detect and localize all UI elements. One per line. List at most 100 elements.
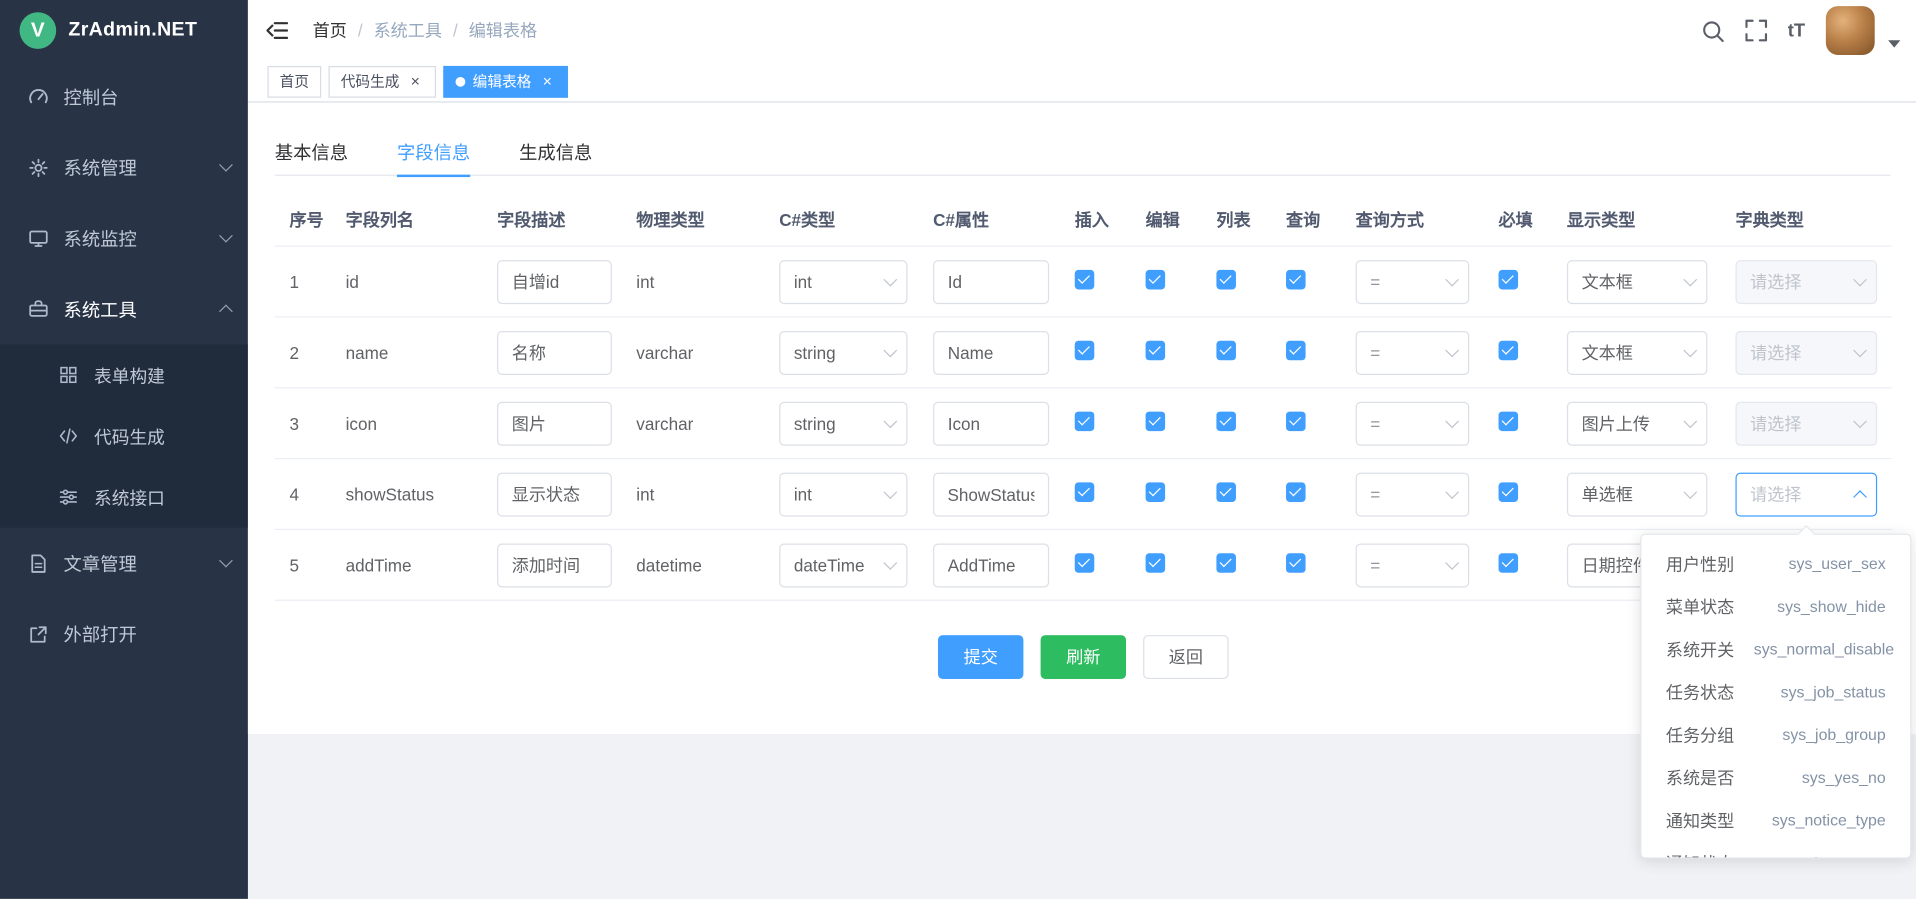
- dropdown-item[interactable]: 系统开关 sys_normal_disable: [1641, 628, 1910, 671]
- breadcrumb-separator: /: [453, 21, 458, 41]
- query-checkbox[interactable]: [1286, 341, 1306, 361]
- required-checkbox[interactable]: [1499, 482, 1519, 502]
- field-desc-input[interactable]: [497, 472, 612, 516]
- dropdown-item[interactable]: 任务分组 sys_job_group: [1641, 713, 1910, 756]
- query-checkbox[interactable]: [1286, 553, 1306, 573]
- sidebar-item-dashboard[interactable]: 控制台: [0, 61, 248, 132]
- column-header: 显示类型: [1552, 207, 1721, 231]
- list-checkbox[interactable]: [1216, 553, 1236, 573]
- csharp-type-select[interactable]: int: [779, 260, 907, 304]
- sidebar-item-system-management[interactable]: 系统管理: [0, 132, 248, 203]
- query-mode-select[interactable]: =: [1356, 330, 1470, 374]
- close-icon[interactable]: [407, 73, 424, 90]
- query-mode-select[interactable]: =: [1356, 260, 1470, 304]
- edit-checkbox[interactable]: [1146, 482, 1166, 502]
- edit-checkbox[interactable]: [1146, 553, 1166, 573]
- tab-generate-info[interactable]: 生成信息: [519, 127, 592, 176]
- chevron-down-icon: [219, 229, 233, 243]
- insert-checkbox[interactable]: [1075, 553, 1095, 573]
- field-desc-input[interactable]: [497, 330, 612, 374]
- tag-home[interactable]: 首页: [267, 65, 321, 97]
- csharp-type-select[interactable]: string: [779, 330, 907, 374]
- breadcrumb-item[interactable]: 系统工具: [374, 18, 442, 42]
- csharp-prop-input[interactable]: [933, 260, 1049, 304]
- csharp-type-select[interactable]: dateTime: [779, 543, 907, 587]
- submit-button[interactable]: 提交: [938, 635, 1023, 679]
- display-type-select[interactable]: 文本框: [1567, 260, 1707, 304]
- edit-checkbox[interactable]: [1146, 412, 1166, 432]
- dropdown-item[interactable]: 通知状态 sys_notice_status: [1641, 841, 1910, 858]
- field-desc-input[interactable]: [497, 401, 612, 445]
- csharp-type-select[interactable]: string: [779, 401, 907, 445]
- sidebar-item-form-builder[interactable]: 表单构建: [0, 344, 248, 405]
- list-checkbox[interactable]: [1216, 270, 1236, 290]
- list-checkbox[interactable]: [1216, 412, 1236, 432]
- edit-checkbox[interactable]: [1146, 341, 1166, 361]
- query-checkbox[interactable]: [1286, 482, 1306, 502]
- dropdown-item[interactable]: 用户性别 sys_user_sex: [1641, 542, 1910, 585]
- back-button[interactable]: 返回: [1143, 635, 1228, 679]
- csharp-prop-input[interactable]: [933, 401, 1049, 445]
- edit-checkbox[interactable]: [1146, 270, 1166, 290]
- font-size-icon[interactable]: tT: [1788, 20, 1805, 41]
- sidebar-item-article-management[interactable]: 文章管理: [0, 528, 248, 599]
- tab-basic-info[interactable]: 基本信息: [275, 127, 348, 176]
- sidebar-item-code-generation[interactable]: 代码生成: [0, 405, 248, 466]
- query-checkbox[interactable]: [1286, 412, 1306, 432]
- refresh-button[interactable]: 刷新: [1041, 635, 1126, 679]
- display-type-select[interactable]: 单选框: [1567, 472, 1707, 516]
- query-mode-select[interactable]: =: [1356, 543, 1470, 587]
- sidebar-item-system-tools[interactable]: 系统工具: [0, 274, 248, 345]
- dropdown-item[interactable]: 系统是否 sys_yes_no: [1641, 756, 1910, 799]
- tag-edit-table[interactable]: 编辑表格: [443, 65, 568, 97]
- search-icon[interactable]: [1701, 19, 1724, 42]
- insert-checkbox[interactable]: [1075, 482, 1095, 502]
- row-index: 1: [275, 272, 331, 292]
- required-checkbox[interactable]: [1499, 553, 1519, 573]
- sidebar: V ZrAdmin.NET 控制台 系统管理 系统监控: [0, 0, 248, 899]
- required-checkbox[interactable]: [1499, 412, 1519, 432]
- tag-code-generation[interactable]: 代码生成: [329, 65, 436, 97]
- dropdown-item[interactable]: 任务状态 sys_job_status: [1641, 670, 1910, 713]
- dict-type-select[interactable]: 请选择: [1735, 330, 1877, 374]
- query-mode-select[interactable]: =: [1356, 401, 1470, 445]
- caret-down-icon[interactable]: [1888, 40, 1900, 47]
- field-desc-input[interactable]: [497, 260, 612, 304]
- row-index: 5: [275, 555, 331, 575]
- dict-type-select[interactable]: 请选择: [1735, 401, 1877, 445]
- csharp-prop-input[interactable]: [933, 472, 1049, 516]
- csharp-type-select[interactable]: int: [779, 472, 907, 516]
- table-row: 1 id int int = 文本框 请选择: [275, 247, 1892, 318]
- csharp-prop-input[interactable]: [933, 330, 1049, 374]
- breadcrumb-item: 编辑表格: [469, 18, 537, 42]
- display-type-select[interactable]: 文本框: [1567, 330, 1707, 374]
- column-header: 物理类型: [622, 207, 765, 231]
- insert-checkbox[interactable]: [1075, 341, 1095, 361]
- sidebar-item-external-open[interactable]: 外部打开: [0, 598, 248, 669]
- sidebar-item-system-api[interactable]: 系统接口: [0, 467, 248, 528]
- list-checkbox[interactable]: [1216, 482, 1236, 502]
- user-avatar[interactable]: [1826, 6, 1875, 55]
- field-desc-input[interactable]: [497, 543, 612, 587]
- query-mode-select[interactable]: =: [1356, 472, 1470, 516]
- close-icon[interactable]: [539, 73, 556, 90]
- required-checkbox[interactable]: [1499, 341, 1519, 361]
- column-header: 查询: [1271, 207, 1341, 231]
- sidebar-fold-icon[interactable]: [266, 21, 288, 41]
- table-row: 2 name varchar string = 文本框 请选择: [275, 318, 1892, 389]
- dropdown-item[interactable]: 通知类型 sys_notice_type: [1641, 799, 1910, 842]
- display-type-select[interactable]: 图片上传: [1567, 401, 1707, 445]
- insert-checkbox[interactable]: [1075, 270, 1095, 290]
- dropdown-item[interactable]: 菜单状态 sys_show_hide: [1641, 585, 1910, 628]
- breadcrumb-item[interactable]: 首页: [313, 18, 347, 42]
- sidebar-item-system-monitor[interactable]: 系统监控: [0, 203, 248, 274]
- list-checkbox[interactable]: [1216, 341, 1236, 361]
- csharp-prop-input[interactable]: [933, 543, 1049, 587]
- query-checkbox[interactable]: [1286, 270, 1306, 290]
- dict-type-select[interactable]: 请选择: [1735, 260, 1877, 304]
- required-checkbox[interactable]: [1499, 270, 1519, 290]
- fullscreen-icon[interactable]: [1745, 20, 1767, 42]
- insert-checkbox[interactable]: [1075, 412, 1095, 432]
- dict-type-select-open[interactable]: 请选择: [1735, 472, 1877, 516]
- tab-field-info[interactable]: 字段信息: [397, 127, 470, 176]
